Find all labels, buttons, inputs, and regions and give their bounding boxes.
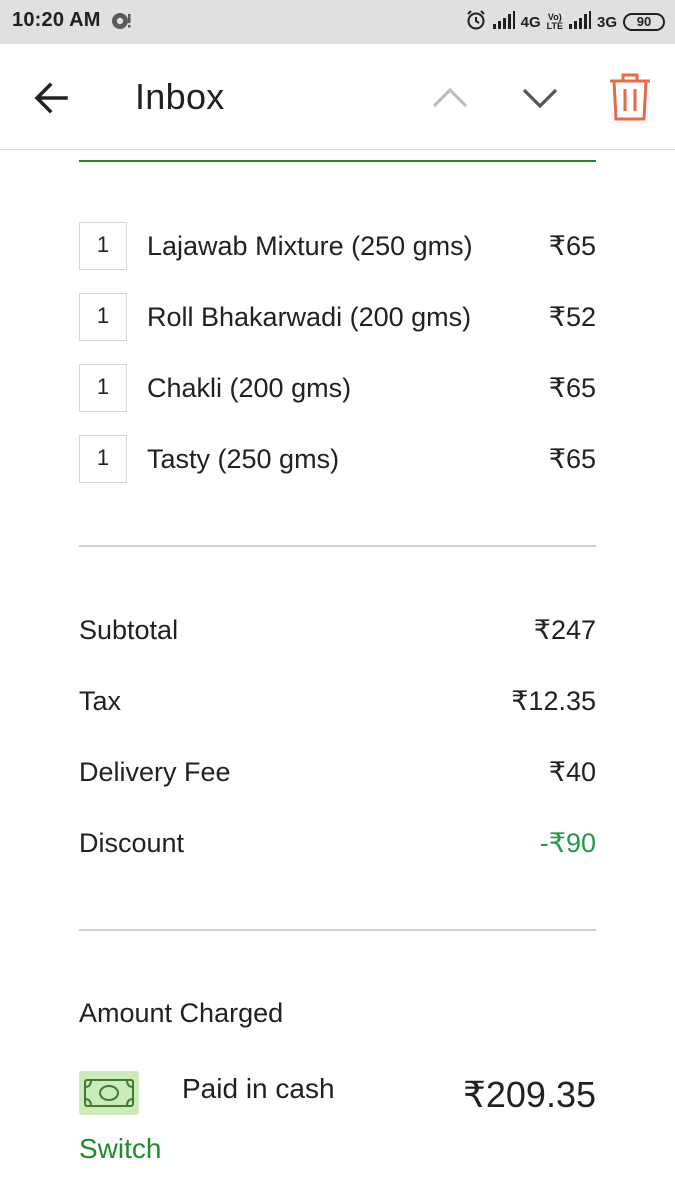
status-bar: 10:20 AM 4G Vo) LTE 3G 90 [0, 0, 675, 44]
summary-subtotal: Subtotal ₹247 [79, 615, 596, 651]
network-3g-label: 3G [596, 13, 617, 31]
alarm-icon [465, 9, 487, 35]
chevron-down-icon [522, 88, 558, 109]
switch-payment-link[interactable]: Switch [79, 1133, 161, 1165]
signal-strength-icon-2 [568, 11, 591, 33]
back-button[interactable] [30, 76, 74, 120]
page-title: Inbox [135, 76, 225, 117]
item-name: Tasty (250 gms) [147, 444, 340, 474]
divider [79, 929, 596, 931]
next-button[interactable] [518, 78, 562, 118]
item-name: Lajawab Mixture (250 gms) [147, 231, 473, 261]
order-item: 1 Tasty (250 gms) ₹65 [79, 435, 596, 483]
item-price: ₹65 [548, 231, 596, 261]
quantity-box: 1 [79, 364, 127, 412]
volte-indicator: Vo) LTE [547, 13, 563, 31]
item-price: ₹65 [548, 444, 596, 474]
amount-charged-heading: Amount Charged [79, 998, 284, 1028]
status-time: 10:20 AM [12, 9, 101, 31]
quantity-box: 1 [79, 435, 127, 483]
quantity-box: 1 [79, 222, 127, 270]
volte-bottom: LTE [546, 21, 563, 31]
data-saver-icon [110, 11, 132, 36]
order-item: 1 Chakli (200 gms) ₹65 [79, 364, 596, 412]
summary-discount: Discount -₹90 [79, 828, 596, 864]
network-4g-label: 4G [520, 13, 541, 31]
summary-label: Subtotal [79, 615, 179, 645]
quantity-box: 1 [79, 293, 127, 341]
summary-value: ₹247 [533, 615, 596, 645]
order-item: 1 Lajawab Mixture (250 gms) ₹65 [79, 222, 596, 270]
section-divider-accent [79, 160, 596, 162]
trash-icon [610, 73, 650, 121]
previous-button[interactable] [428, 78, 472, 118]
payment-method-label: Paid in cash [182, 1073, 335, 1104]
status-icons: 4G Vo) LTE 3G 90 [465, 9, 665, 35]
item-name: Chakli (200 gms) [147, 373, 352, 403]
summary-label: Discount [79, 828, 185, 858]
divider [79, 545, 596, 547]
item-name: Roll Bhakarwadi (200 gms) [147, 302, 472, 332]
order-item: 1 Roll Bhakarwadi (200 gms) ₹52 [79, 293, 596, 341]
summary-delivery-fee: Delivery Fee ₹40 [79, 757, 596, 793]
signal-strength-icon [492, 11, 515, 33]
summary-label: Tax [79, 686, 122, 716]
toolbar: Inbox [0, 44, 675, 150]
cash-icon [79, 1071, 139, 1115]
summary-tax: Tax ₹12.35 [79, 686, 596, 722]
item-price: ₹65 [548, 373, 596, 403]
summary-label: Delivery Fee [79, 757, 231, 787]
item-price: ₹52 [548, 302, 596, 332]
delete-button[interactable] [606, 72, 654, 122]
chevron-up-icon [432, 87, 468, 108]
total-amount: ₹209.35 [462, 1074, 596, 1115]
summary-value: ₹12.35 [511, 686, 596, 716]
battery-icon: 90 [623, 13, 665, 31]
summary-value: ₹40 [548, 757, 596, 787]
arrow-left-icon [34, 82, 68, 114]
discount-value: -₹90 [539, 828, 596, 858]
